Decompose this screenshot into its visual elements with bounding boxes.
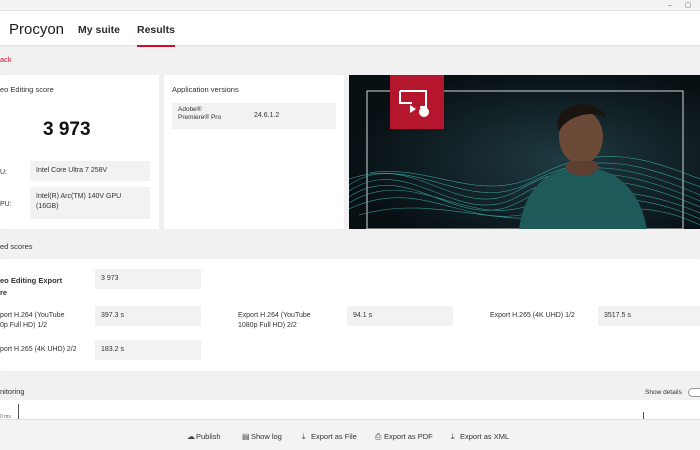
detail-value: 94.1 s	[347, 306, 453, 326]
tab-results[interactable]: Results	[137, 24, 175, 47]
export-xml-label: Export as XML	[460, 432, 510, 441]
top-nav: Procyon My suite Results	[0, 11, 700, 47]
footer-actions: ☁Publish ▤Show log ⤓ Export as File ⎙ Expo…	[0, 419, 700, 450]
download-icon: ⤓	[451, 432, 455, 441]
printer-icon: ⎙	[375, 432, 382, 441]
detail-value-text: 94.1 s	[353, 312, 373, 319]
chart-axis-line	[18, 404, 19, 419]
download-icon: ⤓	[302, 432, 306, 441]
show-log-label: Show log	[251, 432, 282, 441]
export-score-label-line1: eo Editing Export	[0, 276, 63, 285]
cpu-value: Intel Core Ultra 7 258V	[30, 161, 150, 181]
detail-value-text: 183.2 s	[101, 346, 124, 353]
show-log-button[interactable]: ▤Show log	[242, 432, 282, 441]
app-version-value: 24.6.1.2	[254, 112, 280, 119]
cpu-value-text: Intel Core Ultra 7 258V	[36, 167, 108, 174]
detailed-scores-card: eo Editing Export re 3 973 port H.264 (Y…	[0, 259, 700, 371]
export-file-label: Export as File	[311, 432, 357, 441]
app-brand: Procyon	[9, 21, 65, 38]
gpu-value: Intel(R) Arc(TM) 140V GPU (16GB)	[30, 187, 150, 219]
app-versions-card: Application versions Adobe® Premiere® Pr…	[164, 75, 344, 229]
window-titlebar: – ▢	[0, 0, 700, 11]
app-versions-title: Application versions	[172, 85, 239, 94]
detail-label-line1: port H.264 (YouTube	[0, 312, 65, 319]
detail-label: Export H.265 (4K UHD) 1/2	[490, 312, 575, 319]
detail-label: port H.264 (YouTube 0p Full HD) 1/2	[0, 311, 64, 331]
monitoring-title: nitoring	[0, 387, 25, 396]
procyon-video-logo	[390, 75, 444, 129]
minimize-icon[interactable]: –	[666, 2, 674, 9]
maximize-icon[interactable]: ▢	[684, 2, 692, 9]
video-editing-icon	[399, 90, 429, 117]
document-icon: ▤	[242, 432, 250, 441]
app-version-row: Adobe® Premiere® Pro 24.6.1.2	[172, 103, 336, 129]
export-pdf-button[interactable]: ⎙ Export as PDF	[375, 432, 433, 442]
overall-score: 3 973	[43, 119, 91, 140]
detail-label-line1: Export H.265 (4K UHD) 1/2	[490, 312, 575, 319]
gpu-value-line2: (16GB)	[36, 203, 59, 210]
export-score-label: eo Editing Export re	[0, 275, 62, 299]
gpu-label: PU:	[0, 201, 12, 208]
export-score-label-line2: re	[0, 288, 8, 297]
detail-label: port H.265 (4K UHD) 2/2	[0, 346, 77, 353]
score-card-title: eo Editing score	[0, 85, 54, 94]
monitoring-chart: 0 ms	[0, 400, 700, 420]
cloud-upload-icon: ☁	[187, 432, 195, 441]
detailed-scores-title: ed scores	[0, 242, 33, 251]
detail-label-line2: 1080p Full HD) 2/2	[238, 322, 297, 329]
detail-label-line2: 0p Full HD) 1/2	[0, 322, 48, 329]
show-details-label: Show details	[645, 389, 682, 396]
detail-label-line1: Export H.264 (YouTube	[238, 312, 311, 319]
publish-label: Publish	[196, 432, 221, 441]
gpu-value-line1: Intel(R) Arc(TM) 140V GPU	[36, 193, 122, 200]
detail-value: 3517.5 s	[598, 306, 700, 326]
export-file-button[interactable]: ⤓ Export as File	[302, 432, 357, 442]
show-details-toggle[interactable]	[688, 388, 700, 397]
detail-value-text: 3517.5 s	[604, 312, 631, 319]
hero-image	[349, 75, 700, 229]
chart-axis-line	[643, 412, 644, 419]
tab-my-suite[interactable]: My suite	[78, 24, 120, 36]
detail-value: 183.2 s	[95, 340, 201, 360]
detail-value: 397.3 s	[95, 306, 201, 326]
detail-value-text: 397.3 s	[101, 312, 124, 319]
export-score-value-text: 3 973	[101, 275, 119, 282]
detail-label-line1: port H.265 (4K UHD) 2/2	[0, 346, 77, 353]
export-score-value: 3 973	[95, 269, 201, 289]
cpu-label: U:	[0, 169, 7, 176]
detail-label: Export H.264 (YouTube 1080p Full HD) 2/2	[238, 311, 311, 331]
export-xml-button[interactable]: ⤓ Export as XML	[451, 432, 509, 442]
score-card: eo Editing score 3 973 U: Intel Core Ult…	[0, 75, 159, 229]
publish-button[interactable]: ☁Publish	[187, 432, 221, 441]
export-pdf-label: Export as PDF	[384, 432, 433, 441]
back-link[interactable]: ack	[0, 55, 12, 64]
